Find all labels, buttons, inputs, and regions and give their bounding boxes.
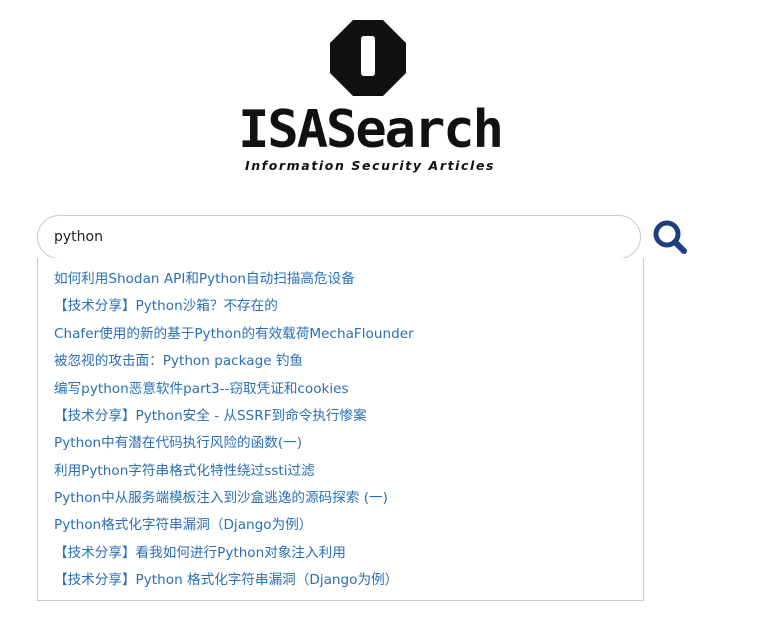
suggestion-item[interactable]: Chafer使用的新的基于Python的有效载荷MechaFlounder [54,322,414,346]
search-icon [653,220,687,254]
suggestion-item[interactable]: 【技术分享】Python安全 - 从SSRF到命令执行惨案 [54,404,367,428]
search-input[interactable] [54,216,624,258]
suggestion-item[interactable]: 被忽视的攻击面：Python package 钓鱼 [54,349,303,373]
logo-tagline: Information Security Articles [244,158,496,173]
search-button[interactable] [651,218,689,256]
suggestion-item[interactable]: 利用Python字符串格式化特性绕过ssti过滤 [54,459,315,483]
suggestion-item[interactable]: Python中有潜在代码执行风险的函数(一) [54,431,302,455]
suggestion-item[interactable]: Python中从服务端模板注入到沙盒逃逸的源码探索 (一) [54,486,388,510]
suggestion-item[interactable]: Python格式化字符串漏洞（Django为例） [54,513,312,537]
suggestion-item[interactable]: 【技术分享】Python 格式化字符串漏洞（Django为例） [54,568,398,592]
suggestion-dropdown: 如何利用Shodan API和Python自动扫描高危设备 【技术分享】Pyth… [37,258,644,601]
suggestion-item[interactable]: 编写python恶意软件part3--窃取凭证和cookies [54,377,349,401]
site-logo[interactable]: ISASearch Information Security Articles [225,14,515,184]
suggestion-item[interactable]: 如何利用Shodan API和Python自动扫描高危设备 [54,267,355,291]
suggestion-item[interactable]: 【技术分享】看我如何进行Python对象注入利用 [54,541,346,565]
logo-octagon-icon [330,20,406,96]
page: ISASearch Information Security Articles … [0,0,775,637]
suggestion-item[interactable]: 【技术分享】Python沙箱？不存在的 [54,294,278,318]
search-box [37,215,641,259]
logo-title: ISASearch [238,100,504,160]
